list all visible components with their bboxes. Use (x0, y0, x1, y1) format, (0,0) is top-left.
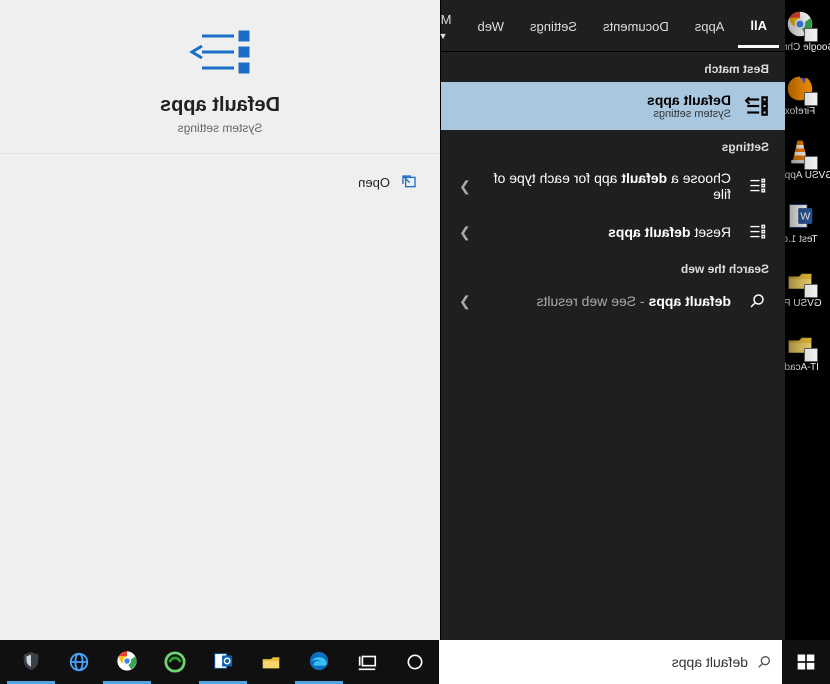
default-apps-icon (743, 93, 771, 119)
search-tabs: All Apps Documents Settings Web More ▼ F… (441, 0, 785, 52)
result-title: Choose a default app for each type of fi… (487, 170, 731, 202)
taskbar-app-swirl[interactable] (151, 640, 199, 684)
firefox-icon (784, 72, 816, 104)
chevron-right-icon: ❯ (455, 224, 475, 241)
settings-list-icon (743, 176, 771, 196)
open-action[interactable]: Open (18, 168, 422, 196)
chrome-icon (784, 8, 816, 40)
svg-text:W: W (800, 211, 810, 223)
result-web-default-apps[interactable]: default apps - See web results ❯ (441, 282, 785, 320)
tab-all[interactable]: All (738, 4, 779, 48)
settings-list-icon (743, 222, 771, 242)
open-icon (400, 174, 418, 190)
desktop-label: IT-Acad- (781, 362, 819, 374)
vlc-icon (784, 136, 816, 168)
taskbar-search[interactable] (439, 640, 782, 684)
section-settings: Settings (441, 130, 785, 160)
taskbar-app-file-explorer[interactable] (247, 640, 295, 684)
result-best-default-apps[interactable]: Default apps System settings (441, 82, 785, 130)
taskbar (0, 640, 830, 684)
taskbar-app-outlook[interactable] (199, 640, 247, 684)
result-title: default apps - See web results (487, 293, 731, 309)
results-column: All Apps Documents Settings Web More ▼ F… (440, 0, 785, 640)
preview-subtitle: System settings (178, 121, 263, 135)
taskbar-app-globe[interactable] (55, 640, 103, 684)
start-button[interactable] (782, 640, 830, 684)
desktop-label: Test 1.d (782, 234, 817, 246)
open-label: Open (358, 175, 390, 190)
folder-icon (784, 328, 816, 360)
search-input[interactable] (449, 654, 748, 670)
preview-actions: Open (0, 154, 440, 210)
preview-column: Default apps System settings Open (0, 0, 440, 640)
folder-icon (784, 264, 816, 296)
tab-apps[interactable]: Apps (683, 5, 737, 46)
section-search-web: Search the web (441, 252, 785, 282)
taskbar-app-chrome[interactable] (103, 640, 151, 684)
search-icon (756, 654, 772, 670)
start-search-panel: All Apps Documents Settings Web More ▼ F… (0, 0, 785, 640)
desktop-label: Firefox (785, 106, 816, 118)
result-title: Reset default apps (487, 224, 731, 240)
tab-documents[interactable]: Documents (591, 5, 681, 46)
task-view-button[interactable] (343, 640, 391, 684)
preview-title: Default apps (160, 94, 280, 117)
word-icon: W (784, 200, 816, 232)
section-best-match: Best match (441, 52, 785, 82)
taskbar-app-secure[interactable] (7, 640, 55, 684)
search-icon (743, 292, 771, 310)
preview-header: Default apps System settings (0, 0, 440, 154)
result-subtitle: System settings (455, 108, 731, 120)
chevron-right-icon: ❯ (455, 293, 475, 310)
result-title: Default apps (455, 92, 731, 108)
result-choose-default-app-per-type[interactable]: Choose a default app for each type of fi… (441, 160, 785, 212)
cortana-button[interactable] (391, 640, 439, 684)
chevron-right-icon: ❯ (455, 178, 475, 195)
result-reset-default-apps[interactable]: Reset default apps ❯ (441, 212, 785, 252)
taskbar-app-edge[interactable] (295, 640, 343, 684)
tab-web[interactable]: Web (466, 5, 517, 46)
tab-settings[interactable]: Settings (518, 5, 589, 46)
default-apps-icon (188, 28, 252, 76)
